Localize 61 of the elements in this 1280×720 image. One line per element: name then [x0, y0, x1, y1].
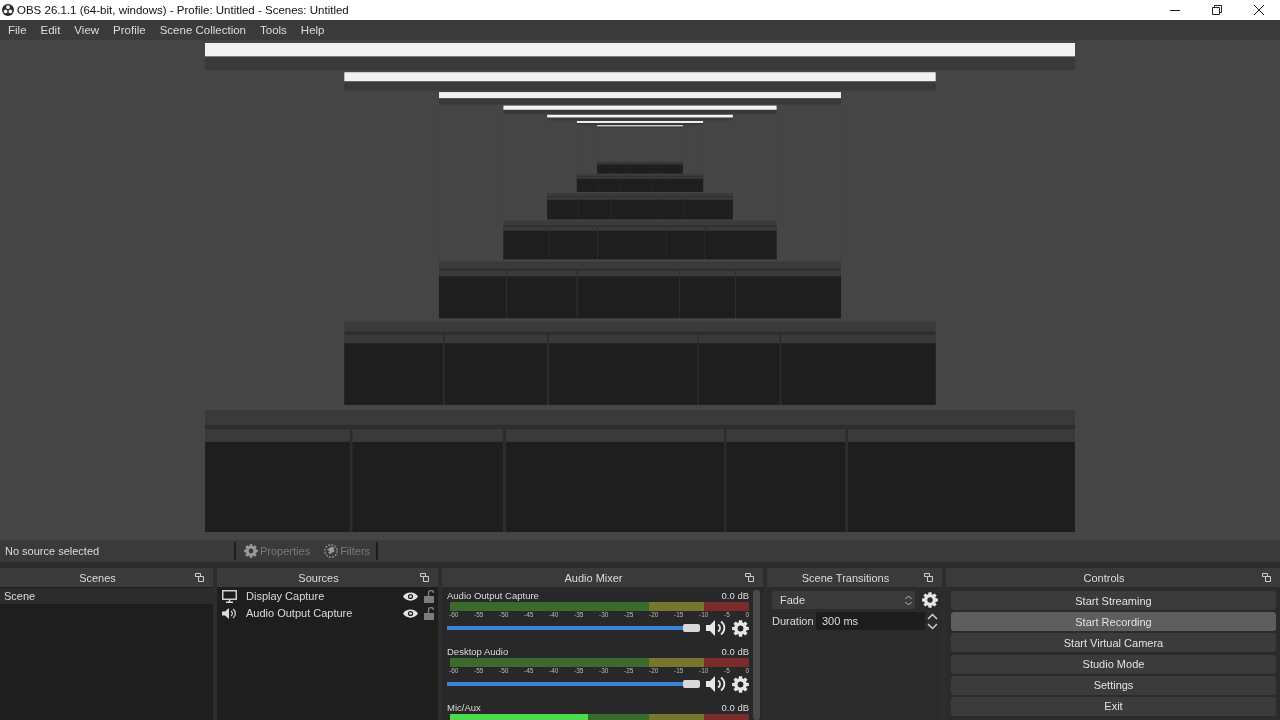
eye-icon[interactable] [403, 591, 418, 601]
window-title: OBS 26.1.1 (64-bit, windows) - Profile: Untitled - Scenes: Untitled [17, 4, 349, 16]
menu-item[interactable]: Tools [253, 20, 294, 40]
spinner-arrows-icon [905, 594, 912, 606]
gear-icon[interactable] [732, 619, 749, 637]
speaker-icon[interactable] [706, 620, 726, 636]
source-name[interactable]: Audio Output Capture [246, 607, 403, 619]
status-text: No source selected [4, 545, 101, 557]
close-icon [1254, 5, 1264, 15]
slider-thumb[interactable] [683, 680, 700, 688]
filter-icon [324, 544, 339, 558]
transition-select[interactable]: Fade [772, 591, 915, 609]
float-icon[interactable] [1262, 573, 1271, 582]
scene-item[interactable]: Scene [0, 588, 213, 604]
panel-title: Scene Transitions [800, 571, 891, 584]
float-icon[interactable] [195, 573, 204, 582]
eye-icon[interactable] [403, 608, 418, 618]
control-button[interactable]: Start Streaming [951, 591, 1276, 610]
source-name[interactable]: Display Capture [246, 590, 403, 602]
volume-slider[interactable] [447, 624, 700, 632]
volume-slider[interactable] [447, 680, 700, 688]
float-icon[interactable] [745, 573, 754, 582]
speaker-icon [222, 607, 236, 619]
scrollbar[interactable] [753, 590, 760, 720]
control-button[interactable]: Studio Mode [951, 654, 1276, 674]
channel-reading: 0.0 dB [721, 590, 749, 601]
slider-thumb[interactable] [683, 624, 700, 632]
speaker-icon[interactable] [706, 676, 726, 692]
menu-item[interactable]: View [67, 20, 107, 40]
menu-item[interactable]: Help [293, 20, 332, 40]
minimize-icon [1170, 9, 1180, 11]
restore-icon [1212, 5, 1222, 15]
channel-name: Desktop Audio [447, 646, 509, 657]
duration-field[interactable]: 300 ms [816, 612, 925, 630]
float-icon[interactable] [420, 573, 429, 582]
control-button[interactable]: Start Recording [951, 612, 1276, 632]
gear-icon[interactable] [732, 675, 749, 693]
menu-item[interactable]: Edit [33, 20, 68, 40]
gear-icon[interactable] [922, 592, 938, 608]
spin-arrows-icon[interactable] [927, 612, 938, 630]
channel-name: Mic/Aux [447, 702, 481, 713]
panel-title: Sources [297, 571, 340, 584]
channel-reading: 0.0 dB [721, 646, 749, 657]
monitor-icon [222, 589, 237, 603]
panel-title: Controls [1082, 571, 1126, 584]
channel-name: Audio Output Capture [447, 590, 539, 601]
duration-label: Duration [772, 615, 815, 627]
menu-item[interactable]: File [1, 20, 34, 40]
panel-title: Scenes [78, 571, 117, 584]
float-icon[interactable] [924, 573, 933, 582]
unlocked-icon[interactable] [424, 606, 434, 620]
menu-item[interactable]: Scene Collection [152, 20, 253, 40]
gear-icon [244, 544, 258, 558]
menu-item[interactable]: Profile [106, 20, 153, 40]
channel-reading: 0.0 dB [721, 702, 749, 713]
panel-title: Audio Mixer [563, 571, 624, 584]
app-logo-icon [2, 4, 14, 16]
control-button[interactable]: Exit [951, 696, 1276, 716]
control-button[interactable]: Settings [951, 675, 1276, 695]
control-button[interactable]: Start Virtual Camera [951, 633, 1276, 653]
unlocked-icon[interactable] [424, 589, 434, 603]
